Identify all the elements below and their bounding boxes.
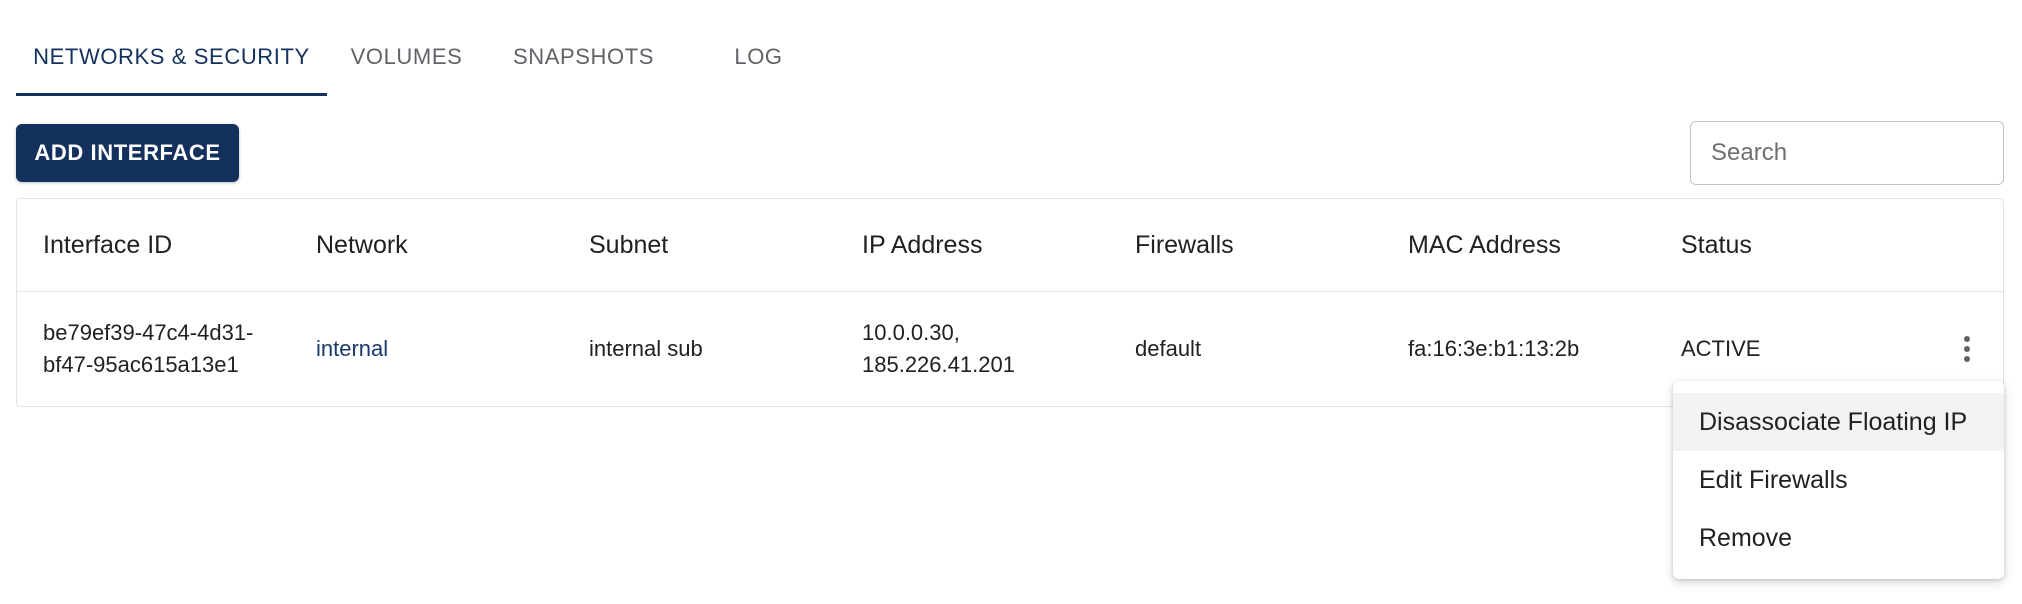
active-tab-indicator (16, 93, 327, 96)
search-input[interactable] (1690, 121, 2004, 185)
cell-mac-address: fa:16:3e:b1:13:2b (1408, 336, 1580, 361)
column-header-status[interactable]: Status (1681, 199, 1752, 291)
column-header-subnet[interactable]: Subnet (589, 199, 668, 291)
menu-item-disassociate-floating-ip[interactable]: Disassociate Floating IP (1673, 393, 2004, 451)
column-header-ip-address[interactable]: IP Address (862, 199, 982, 291)
row-actions-menu: Disassociate Floating IP Edit Firewalls … (1673, 381, 2004, 579)
cell-network-link[interactable]: internal (316, 291, 388, 407)
menu-item-remove[interactable]: Remove (1673, 509, 2004, 567)
kebab-dot (1964, 336, 1970, 342)
menu-item-edit-firewalls[interactable]: Edit Firewalls (1673, 451, 2004, 509)
column-header-interface-id[interactable]: Interface ID (43, 199, 172, 291)
tab-snapshots[interactable]: SNAPSHOTS (486, 24, 681, 94)
cell-interface-id: be79ef39-47c4-4d31-bf47-95ac615a13e1 (43, 320, 254, 377)
tab-volumes[interactable]: VOLUMES (339, 24, 474, 94)
column-header-firewalls[interactable]: Firewalls (1135, 199, 1234, 291)
tab-networks-security[interactable]: NETWORKS & SECURITY (16, 24, 327, 94)
kebab-dot (1964, 356, 1970, 362)
column-header-mac-address[interactable]: MAC Address (1408, 199, 1561, 291)
interfaces-table: Interface ID Network Subnet IP Address F… (16, 198, 2004, 407)
kebab-dot (1964, 346, 1970, 352)
cell-firewalls: default (1135, 336, 1202, 361)
tab-log[interactable]: LOG (681, 24, 836, 94)
more-vert-icon[interactable] (1951, 333, 1983, 365)
column-header-network[interactable]: Network (316, 199, 408, 291)
table-header: Interface ID Network Subnet IP Address F… (17, 199, 2003, 292)
add-interface-button[interactable]: ADD INTERFACE (16, 124, 239, 182)
page: NETWORKS & SECURITY VOLUMES SNAPSHOTS LO… (0, 0, 2022, 604)
tab-bar: NETWORKS & SECURITY VOLUMES SNAPSHOTS LO… (16, 24, 782, 96)
cell-subnet: internal sub (589, 336, 703, 361)
cell-ip-address: 10.0.0.30, 185.226.41.201 (862, 320, 1015, 377)
